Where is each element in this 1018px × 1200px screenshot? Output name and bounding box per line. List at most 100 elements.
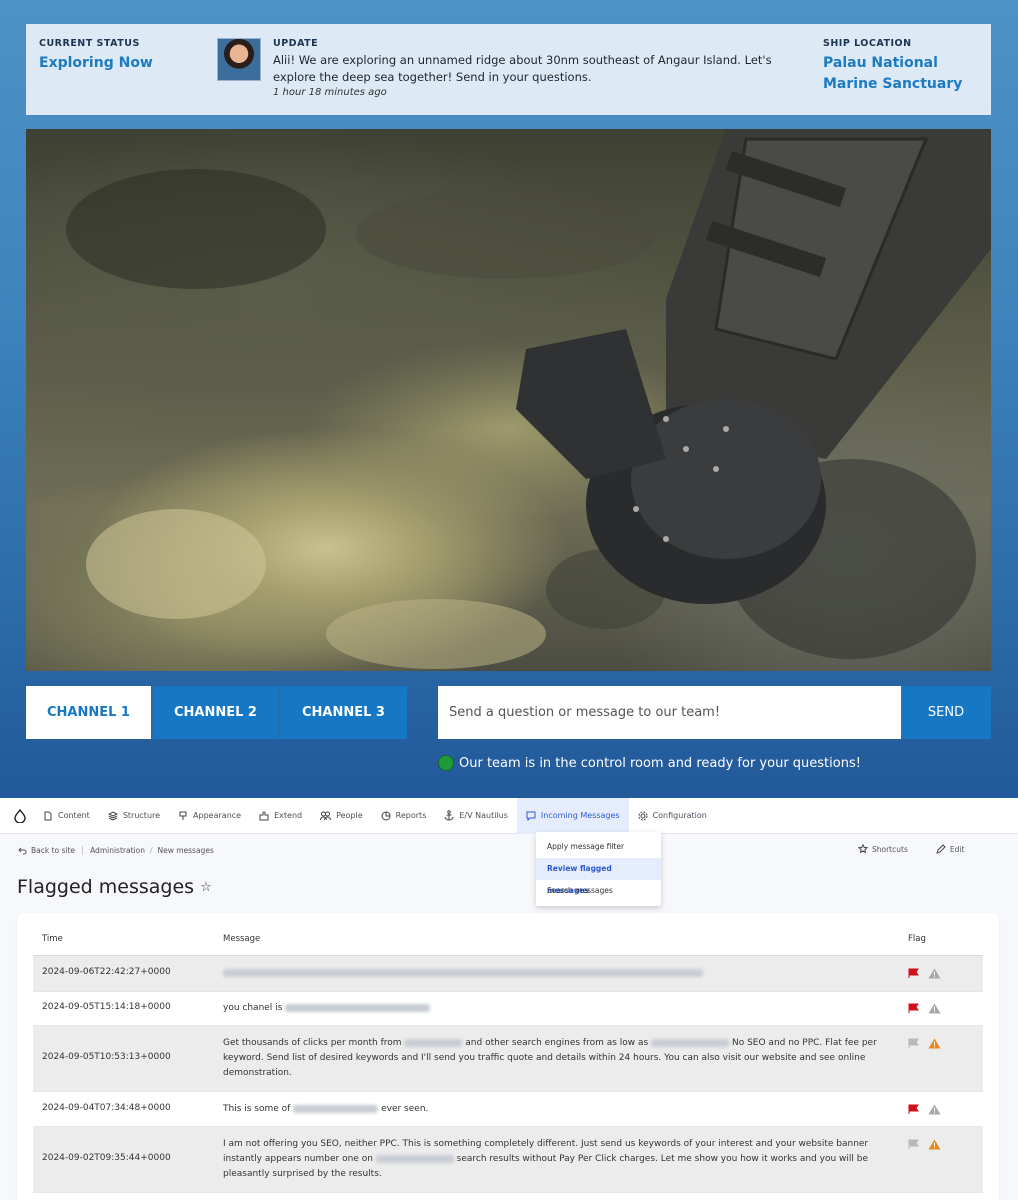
redacted-text bbox=[404, 1038, 463, 1047]
current-status-value: Exploring Now bbox=[39, 55, 153, 71]
redacted-text bbox=[651, 1038, 730, 1047]
table-row: 2024-09-04T07:34:48+0000 This is some of… bbox=[33, 1092, 983, 1127]
message-text: This is some of bbox=[223, 1104, 291, 1114]
row-flags bbox=[908, 968, 949, 979]
message-input[interactable] bbox=[438, 686, 901, 739]
row-time: 2024-09-05T15:14:18+0000 bbox=[42, 1002, 171, 1012]
warning-icon[interactable] bbox=[928, 1104, 941, 1115]
toolbar-ev-nautilus-label: E/V Nautilus bbox=[459, 811, 508, 820]
page-title-text: Flagged messages bbox=[17, 876, 195, 898]
flag-icon[interactable] bbox=[908, 1003, 920, 1014]
star-icon bbox=[858, 844, 868, 854]
layers-icon bbox=[107, 810, 118, 821]
page-actions: Shortcuts Edit bbox=[858, 844, 992, 854]
toolbar-appearance[interactable]: Appearance bbox=[169, 798, 250, 834]
table-row: 2024-09-02T09:35:44+0000 I am not offeri… bbox=[33, 1127, 983, 1193]
row-flags bbox=[908, 1104, 949, 1115]
column-time[interactable]: Time bbox=[42, 934, 63, 944]
row-message: This is some of ever seen. bbox=[223, 1102, 883, 1117]
gear-icon bbox=[638, 811, 648, 820]
flag-icon[interactable] bbox=[908, 968, 920, 979]
back-arrow-icon bbox=[18, 847, 27, 854]
row-flags bbox=[908, 1038, 949, 1049]
avatar bbox=[217, 38, 261, 81]
current-status: CURRENT STATUS Exploring Now bbox=[39, 38, 153, 74]
toolbar-reports[interactable]: Reports bbox=[372, 798, 436, 834]
row-time: 2024-09-02T09:35:44+0000 bbox=[42, 1153, 171, 1163]
warning-icon[interactable] bbox=[928, 1003, 941, 1014]
breadcrumb-new-messages[interactable]: New messages bbox=[157, 846, 213, 855]
brush-icon bbox=[179, 811, 187, 820]
redacted-text bbox=[293, 1104, 379, 1113]
table-header: Time Message Flag bbox=[33, 931, 983, 957]
toolbar-people[interactable]: People bbox=[311, 798, 372, 834]
edit-link[interactable]: Edit bbox=[936, 844, 979, 854]
status-bar: CURRENT STATUS Exploring Now UPDATE Alii… bbox=[26, 24, 991, 115]
drupal-logo-icon[interactable] bbox=[14, 808, 26, 823]
chart-pie-icon bbox=[381, 811, 391, 820]
row-message: Get thousands of clicks per month from a… bbox=[223, 1036, 883, 1081]
team-ready-status: Our team is in the control room and read… bbox=[438, 755, 861, 771]
shortcuts-label: Shortcuts bbox=[872, 844, 908, 854]
page-title: Flagged messages ☆ bbox=[17, 876, 212, 898]
toolbar-extend-label: Extend bbox=[274, 811, 303, 820]
warning-icon[interactable] bbox=[928, 968, 941, 979]
redacted-text bbox=[223, 968, 703, 977]
table-row: 2024-09-06T22:42:27+0000 bbox=[33, 956, 983, 992]
flag-icon[interactable] bbox=[908, 1038, 920, 1049]
row-message: I am not offering you SEO, neither PPC. … bbox=[223, 1137, 883, 1182]
toolbar-structure[interactable]: Structure bbox=[99, 798, 169, 834]
toolbar-ev-nautilus[interactable]: E/V Nautilus bbox=[435, 798, 517, 834]
breadcrumb: Back to site Administration / New messag… bbox=[18, 846, 214, 855]
menu-apply-message-filter[interactable]: Apply message filter bbox=[536, 836, 661, 858]
toolbar-configuration[interactable]: Configuration bbox=[629, 798, 716, 834]
send-button[interactable]: SEND bbox=[901, 686, 991, 739]
breadcrumb-administration[interactable]: Administration bbox=[90, 846, 145, 855]
column-flag: Flag bbox=[908, 934, 926, 944]
row-time: 2024-09-05T10:53:13+0000 bbox=[42, 1052, 171, 1062]
public-site: CURRENT STATUS Exploring Now UPDATE Alii… bbox=[0, 0, 1018, 798]
back-to-site-label: Back to site bbox=[31, 846, 76, 855]
message-text: Get thousands of clicks per month from bbox=[223, 1038, 402, 1048]
menu-search-messages[interactable]: Search messages bbox=[536, 880, 661, 902]
favorite-star-icon[interactable]: ☆ bbox=[200, 880, 212, 895]
back-to-site-link[interactable]: Back to site bbox=[18, 846, 84, 855]
message-text: and other search engines from as low as bbox=[465, 1038, 649, 1048]
toolbar-incoming-messages-label: Incoming Messages bbox=[540, 811, 620, 820]
update-text: Alii! We are exploring an unnamed ridge … bbox=[273, 53, 772, 84]
menu-review-flagged-messages[interactable]: Review flagged messages bbox=[536, 858, 661, 895]
tab-channel-2[interactable]: CHANNEL 2 bbox=[153, 686, 280, 739]
pencil-icon bbox=[936, 844, 946, 854]
file-icon bbox=[44, 811, 52, 820]
message-text: ever seen. bbox=[381, 1104, 429, 1114]
ship-location-label: SHIP LOCATION bbox=[823, 38, 912, 49]
warning-icon[interactable] bbox=[928, 1139, 941, 1150]
flagged-messages-table: Time Message Flag 2024-09-06T22:42:27+00… bbox=[17, 913, 999, 1200]
tab-channel-3[interactable]: CHANNEL 3 bbox=[280, 686, 407, 739]
toolbar-content[interactable]: Content bbox=[34, 798, 99, 834]
shortcuts-link[interactable]: Shortcuts bbox=[858, 844, 922, 854]
row-message bbox=[223, 966, 883, 981]
flag-icon[interactable] bbox=[908, 1104, 920, 1115]
redacted-text bbox=[285, 1003, 431, 1012]
anchor-icon bbox=[444, 810, 454, 821]
edit-label: Edit bbox=[949, 844, 965, 854]
current-status-label: CURRENT STATUS bbox=[39, 38, 140, 49]
team-ready-text: Our team is in the control room and read… bbox=[459, 755, 861, 771]
toolbar-extend[interactable]: Extend bbox=[250, 798, 311, 834]
flag-icon[interactable] bbox=[908, 1139, 920, 1150]
toolbar-appearance-label: Appearance bbox=[193, 811, 242, 820]
toolbar-configuration-label: Configuration bbox=[652, 811, 707, 820]
live-video[interactable] bbox=[26, 129, 991, 671]
puzzle-icon bbox=[259, 811, 269, 820]
redacted-text bbox=[375, 1154, 454, 1163]
tab-channel-1[interactable]: CHANNEL 1 bbox=[26, 686, 153, 739]
toolbar-structure-label: Structure bbox=[122, 811, 161, 820]
column-message[interactable]: Message bbox=[223, 934, 260, 944]
breadcrumb-separator: / bbox=[149, 846, 153, 855]
table-row: 2024-09-05T15:14:18+0000 you chanel is bbox=[33, 992, 983, 1026]
incoming-messages-menu: Apply message filter Review flagged mess… bbox=[536, 832, 661, 906]
warning-icon[interactable] bbox=[928, 1038, 941, 1049]
toolbar-incoming-messages[interactable]: Incoming Messages bbox=[516, 797, 629, 834]
ship-location-value[interactable]: Palau National Marine Sanctuary bbox=[823, 53, 983, 95]
